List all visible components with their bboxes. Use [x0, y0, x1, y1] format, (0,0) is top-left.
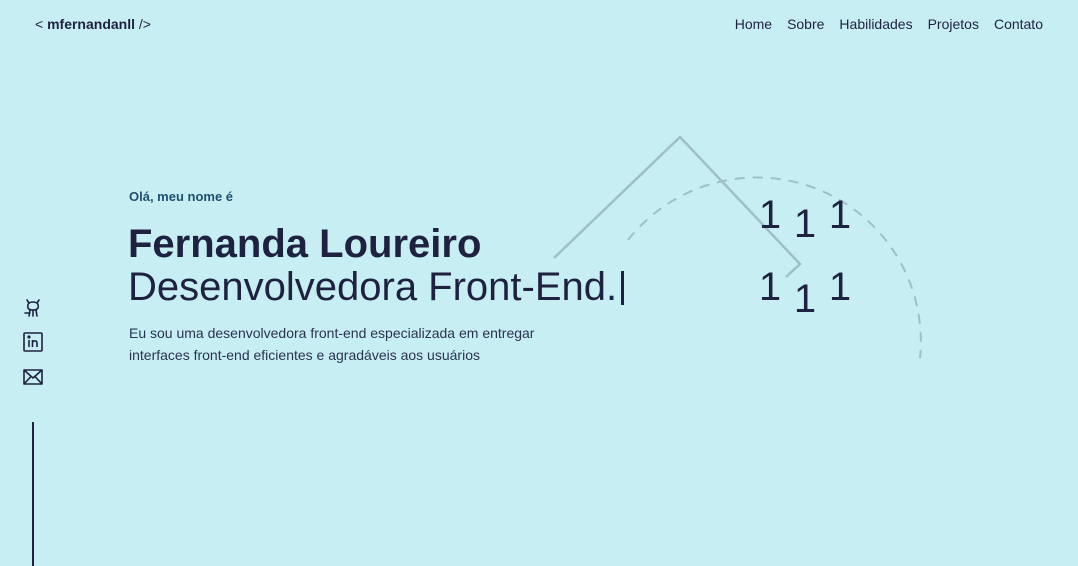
hero-greeting: Olá, meu nome é	[129, 189, 234, 204]
social-links	[22, 296, 44, 388]
nav-item-home[interactable]: Home	[735, 16, 772, 32]
logo-name: mfernandanll	[47, 16, 135, 32]
binary-digit: 1	[759, 265, 781, 309]
nav-item-habilidades[interactable]: Habilidades	[839, 16, 912, 32]
binary-digit: 1	[794, 277, 816, 321]
nav-item-sobre[interactable]: Sobre	[787, 16, 824, 32]
binary-digit: 1	[759, 193, 781, 237]
social-divider-line	[32, 422, 34, 566]
mail-icon[interactable]	[22, 366, 44, 388]
main-nav: Home Sobre Habilidades Projetos Contato	[735, 16, 1043, 32]
binary-digit: 1	[829, 193, 851, 237]
github-icon[interactable]	[22, 296, 44, 318]
binary-digit: 1	[794, 202, 816, 246]
nav-item-projetos[interactable]: Projetos	[928, 16, 979, 32]
page: < mfernandanll /> Home Sobre Habilidades…	[0, 0, 1078, 566]
binary-digit: 1	[829, 265, 851, 309]
hero-description: Eu sou uma desenvolvedora front-end espe…	[129, 325, 535, 363]
linkedin-icon[interactable]	[22, 331, 44, 353]
logo-link[interactable]: < mfernandanll />	[35, 16, 151, 32]
logo-suffix: />	[138, 16, 151, 32]
hero-illustration: 1 1 1 1 1 1	[553, 135, 922, 359]
nav-item-contato[interactable]: Contato	[994, 16, 1043, 32]
hero-name: Fernanda Loureiro	[128, 222, 482, 266]
logo-prefix: <	[35, 16, 44, 32]
